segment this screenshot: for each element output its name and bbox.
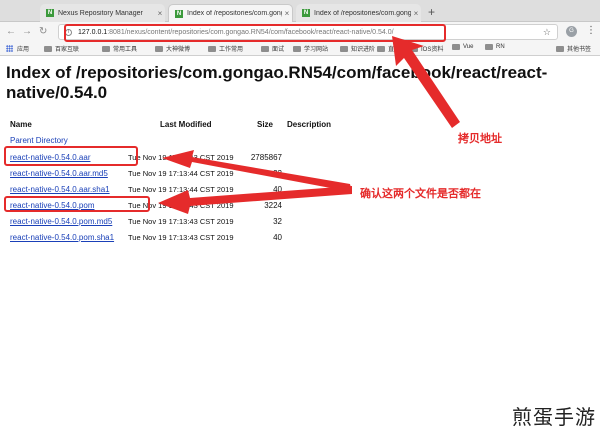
bookmark-label: IOS资料: [421, 47, 444, 53]
bookmark-folder[interactable]: IOS资料: [410, 44, 443, 53]
file-modified: Tue Nov 19 17:13:44 CST 2019: [128, 169, 234, 178]
folder-icon: [208, 45, 216, 52]
file-link[interactable]: react-native-0.54.0.aar.md5: [10, 169, 108, 178]
bookmark-folder[interactable]: 大神微博: [155, 44, 190, 53]
column-header-modified: Last Modified: [160, 120, 212, 129]
profile-avatar-icon[interactable]: G: [566, 26, 577, 37]
bookmark-other[interactable]: 其他书签: [556, 44, 591, 53]
pom-highlight-box: [4, 196, 150, 212]
bookmark-label: RN: [496, 44, 505, 50]
file-size: 40: [273, 185, 282, 194]
parent-directory-link[interactable]: Parent Directory: [10, 136, 68, 145]
bookmark-label: 知识进阶: [351, 47, 376, 53]
column-header-description: Description: [287, 120, 332, 129]
folder-icon: [155, 45, 163, 52]
bookmarks-bar: 应用 百家互联 常用工具 大神微博 工作常用 面试 学习网站 知识进阶 直播接客…: [0, 42, 600, 56]
tab-label: Nexus Repository Manager: [58, 9, 143, 17]
annotation-confirm-files: 确认这两个文件是否都在: [360, 188, 481, 200]
file-link[interactable]: react-native-0.54.0.pom.md5: [10, 217, 112, 226]
folder-icon: [377, 45, 385, 52]
tab-label: Index of /repositories/com.gongao.RN54/c…: [314, 9, 411, 17]
file-size: 32: [273, 169, 282, 178]
new-tab-icon[interactable]: +: [428, 5, 435, 19]
bookmark-label: 常用工具: [113, 47, 138, 53]
apps-grid-icon: [6, 45, 13, 52]
bookmark-label: 其他书签: [567, 47, 592, 53]
nexus-favicon-icon: N: [302, 9, 310, 17]
tab-label: Index of /repositories/com.gongao.RN54/c…: [187, 10, 282, 17]
folder-icon: [452, 44, 460, 50]
file-size: 3224: [264, 201, 282, 210]
bookmark-folder[interactable]: 工作常用: [208, 44, 243, 53]
folder-icon: [102, 45, 110, 52]
nexus-favicon-icon: N: [175, 9, 183, 18]
close-icon[interactable]: ×: [155, 9, 165, 18]
bookmark-label: 大神微博: [166, 47, 191, 53]
file-size: 2785867: [250, 153, 282, 162]
annotation-copy-address: 拷贝地址: [458, 133, 502, 145]
bookmark-folder[interactable]: 直播接客: [377, 44, 412, 53]
folder-icon: [293, 45, 301, 52]
file-modified: Tue Nov 19 17:13:43 CST 2019: [128, 217, 234, 226]
file-modified: Tue Nov 19 17:13:44 CST 2019: [128, 185, 234, 194]
column-header-size: Size: [257, 120, 274, 129]
reload-icon[interactable]: ↻: [39, 26, 47, 37]
bookmark-label: Vue: [463, 44, 474, 50]
menu-icon[interactable]: ⋮: [586, 25, 596, 36]
address-highlight-box: [64, 24, 446, 42]
folder-icon: [261, 45, 269, 52]
column-header-name: Name: [10, 120, 32, 129]
close-icon[interactable]: ×: [411, 9, 421, 18]
table-row: react-native-0.54.0.pom.md5 Tue Nov 19 1…: [0, 217, 300, 229]
folder-icon: [556, 45, 564, 52]
table-row: react-native-0.54.0.aar.md5 Tue Nov 19 1…: [0, 169, 300, 181]
folder-icon: [410, 45, 418, 52]
tab-index-active[interactable]: N Index of /repositories/com.gongao.RN54…: [168, 4, 293, 22]
bookmark-folder[interactable]: 百家互联: [44, 44, 79, 53]
bookmark-folder[interactable]: Vue: [452, 44, 473, 50]
forward-arrow-icon[interactable]: →: [22, 26, 32, 37]
file-modified: Tue Nov 19 17:13:43 CST 2019: [128, 233, 234, 242]
file-link[interactable]: react-native-0.54.0.aar.sha1: [10, 185, 110, 194]
tab-bar: N Nexus Repository Manager × N Index of …: [0, 0, 600, 22]
file-link[interactable]: react-native-0.54.0.pom.sha1: [10, 233, 114, 242]
back-arrow-icon[interactable]: ←: [6, 26, 16, 37]
file-modified: Tue Nov 19 17:13:43 CST 2019: [128, 153, 234, 162]
aar-highlight-box: [4, 146, 138, 166]
table-row: react-native-0.54.0.pom.sha1 Tue Nov 19 …: [0, 233, 300, 245]
bookmark-label: 学习网站: [304, 47, 329, 53]
bookmark-apps[interactable]: 应用: [6, 44, 29, 53]
bookmark-label: 工作常用: [219, 47, 244, 53]
page-title: Index of /repositories/com.gongao.RN54/c…: [6, 63, 548, 102]
folder-icon: [485, 44, 493, 50]
bookmark-folder[interactable]: 面试: [261, 44, 284, 53]
bookmark-label: 面试: [272, 47, 285, 53]
folder-icon: [340, 45, 348, 52]
bookmark-folder[interactable]: 学习网站: [293, 44, 328, 53]
folder-icon: [44, 45, 52, 52]
tab-nexus[interactable]: N Nexus Repository Manager ×: [40, 4, 165, 22]
file-size: 32: [273, 217, 282, 226]
tab-index[interactable]: N Index of /repositories/com.gongao.RN54…: [296, 4, 421, 22]
bookmark-label: 百家互联: [55, 47, 80, 53]
directory-listing: Index of /repositories/com.gongao.RN54/c…: [0, 57, 600, 432]
bookmark-label: 直播接客: [388, 47, 413, 53]
bookmark-folder[interactable]: 知识进阶: [340, 44, 375, 53]
star-icon[interactable]: ☆: [543, 27, 551, 38]
bookmark-folder[interactable]: 常用工具: [102, 44, 137, 53]
file-size: 40: [273, 233, 282, 242]
nexus-favicon-icon: N: [46, 9, 54, 17]
bookmark-folder[interactable]: RN: [485, 44, 505, 50]
watermark: 煎蛋手游: [512, 407, 596, 429]
bookmark-label: 应用: [17, 47, 30, 53]
close-icon[interactable]: ×: [282, 9, 292, 18]
